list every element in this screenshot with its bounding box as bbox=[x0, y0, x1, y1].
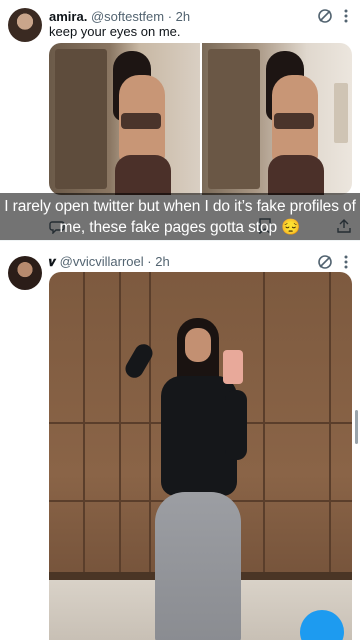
caption-line-2: me, these fake pages gotta stop 😔 bbox=[59, 219, 301, 236]
caption-line-1: I rarely open twitter but when I do it’s… bbox=[4, 198, 356, 215]
scrollbar[interactable] bbox=[355, 410, 358, 444]
grok-icon[interactable] bbox=[316, 7, 334, 25]
tweet-header: amira. @softestfem · 2h bbox=[49, 9, 190, 25]
avatar[interactable] bbox=[8, 8, 42, 42]
user-handle[interactable]: @softestfem bbox=[91, 9, 164, 24]
more-vertical-icon[interactable] bbox=[338, 253, 354, 271]
video-caption-overlay: I rarely open twitter but when I do it’s… bbox=[0, 193, 360, 240]
media-photo[interactable] bbox=[201, 43, 352, 195]
tweet-header: 𝒗 @vvicvillarroel · 2h bbox=[49, 254, 170, 270]
more-vertical-icon[interactable] bbox=[338, 7, 354, 25]
tweet-divider bbox=[0, 240, 360, 241]
avatar[interactable] bbox=[8, 256, 42, 290]
media-photo[interactable] bbox=[49, 43, 200, 195]
tweet-media[interactable] bbox=[49, 272, 352, 640]
timestamp[interactable]: · 2h bbox=[168, 9, 190, 24]
tweet-media[interactable] bbox=[49, 43, 352, 195]
tweet-text: keep your eyes on me. bbox=[49, 24, 181, 39]
display-name[interactable]: amira. bbox=[49, 9, 87, 24]
user-handle[interactable]: @vvicvillarroel bbox=[60, 254, 144, 269]
timestamp[interactable]: · 2h bbox=[147, 254, 169, 269]
grok-icon[interactable] bbox=[316, 253, 334, 271]
display-name[interactable]: 𝒗 bbox=[49, 254, 56, 269]
